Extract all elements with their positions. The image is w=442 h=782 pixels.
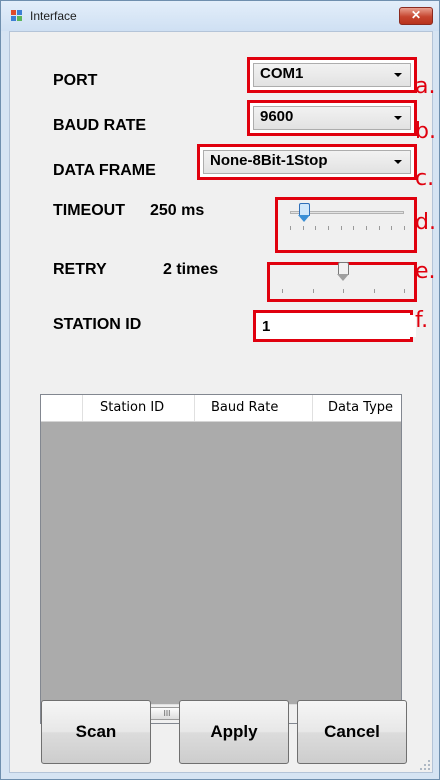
- marker-c: c.: [415, 166, 435, 191]
- column-baud-rate[interactable]: Baud Rate: [195, 395, 313, 421]
- timeout-slider-thumb[interactable]: [297, 203, 310, 222]
- interface-window: Interface ✕ PORT COM1 a. BAUD RATE 9600 …: [0, 0, 440, 780]
- retry-slider[interactable]: [270, 259, 414, 299]
- client-area: PORT COM1 a. BAUD RATE 9600 b. DATA FRAM…: [9, 31, 436, 773]
- resize-grip-icon[interactable]: [420, 760, 430, 770]
- baud-rate-combobox[interactable]: 9600: [253, 106, 411, 130]
- window-title: Interface: [30, 9, 77, 23]
- marker-e: e.: [415, 259, 436, 284]
- retry-label: RETRY: [53, 261, 107, 278]
- baud-rate-value: 9600: [260, 108, 294, 125]
- station-table[interactable]: Station ID Baud Rate Data Type III: [40, 394, 402, 724]
- station-id-highlight: [253, 310, 416, 342]
- scan-button[interactable]: Scan: [41, 700, 151, 764]
- timeout-value: 250 ms: [150, 202, 205, 219]
- port-highlight: COM1: [247, 57, 417, 93]
- column-data-type[interactable]: Data Type: [313, 395, 401, 421]
- marker-f: f.: [415, 308, 429, 333]
- data-frame-highlight: None-8Bit-1Stop: [197, 144, 417, 180]
- station-id-label: STATION ID: [53, 316, 142, 333]
- timeout-slider[interactable]: [278, 200, 414, 250]
- data-frame-combobox[interactable]: None-8Bit-1Stop: [203, 150, 411, 174]
- port-label: PORT: [53, 72, 98, 89]
- data-frame-value: None-8Bit-1Stop: [210, 152, 328, 169]
- scrollbar-grip: III: [163, 709, 171, 718]
- cancel-button[interactable]: Cancel: [297, 700, 407, 764]
- retry-highlight: [267, 262, 417, 302]
- baud-rate-label: BAUD RATE: [53, 117, 147, 134]
- marker-d: d.: [415, 210, 436, 235]
- retry-slider-ticks: [282, 289, 405, 293]
- data-frame-label: DATA FRAME: [53, 162, 156, 179]
- dropdown-arrow-icon: [394, 116, 402, 120]
- window-app-icon: [11, 10, 23, 22]
- retry-slider-thumb[interactable]: [337, 262, 349, 281]
- table-header: Station ID Baud Rate Data Type: [41, 395, 401, 422]
- station-id-input[interactable]: [258, 315, 416, 337]
- column-station-id[interactable]: Station ID: [83, 395, 195, 421]
- port-value: COM1: [260, 65, 304, 82]
- timeout-slider-ticks: [290, 226, 405, 230]
- retry-value: 2 times: [163, 261, 219, 278]
- apply-button[interactable]: Apply: [179, 700, 289, 764]
- close-button[interactable]: ✕: [399, 7, 433, 25]
- close-icon: ✕: [410, 8, 422, 22]
- timeout-highlight: [275, 197, 417, 253]
- marker-a: a.: [415, 74, 436, 99]
- timeout-label: TIMEOUT: [53, 202, 125, 219]
- dropdown-arrow-icon: [394, 160, 402, 164]
- dropdown-arrow-icon: [394, 73, 402, 77]
- marker-b: b.: [415, 119, 436, 144]
- row-header-column: [41, 395, 83, 421]
- port-combobox[interactable]: COM1: [253, 63, 411, 87]
- title-bar[interactable]: Interface ✕: [1, 1, 439, 31]
- baud-rate-highlight: 9600: [247, 100, 417, 136]
